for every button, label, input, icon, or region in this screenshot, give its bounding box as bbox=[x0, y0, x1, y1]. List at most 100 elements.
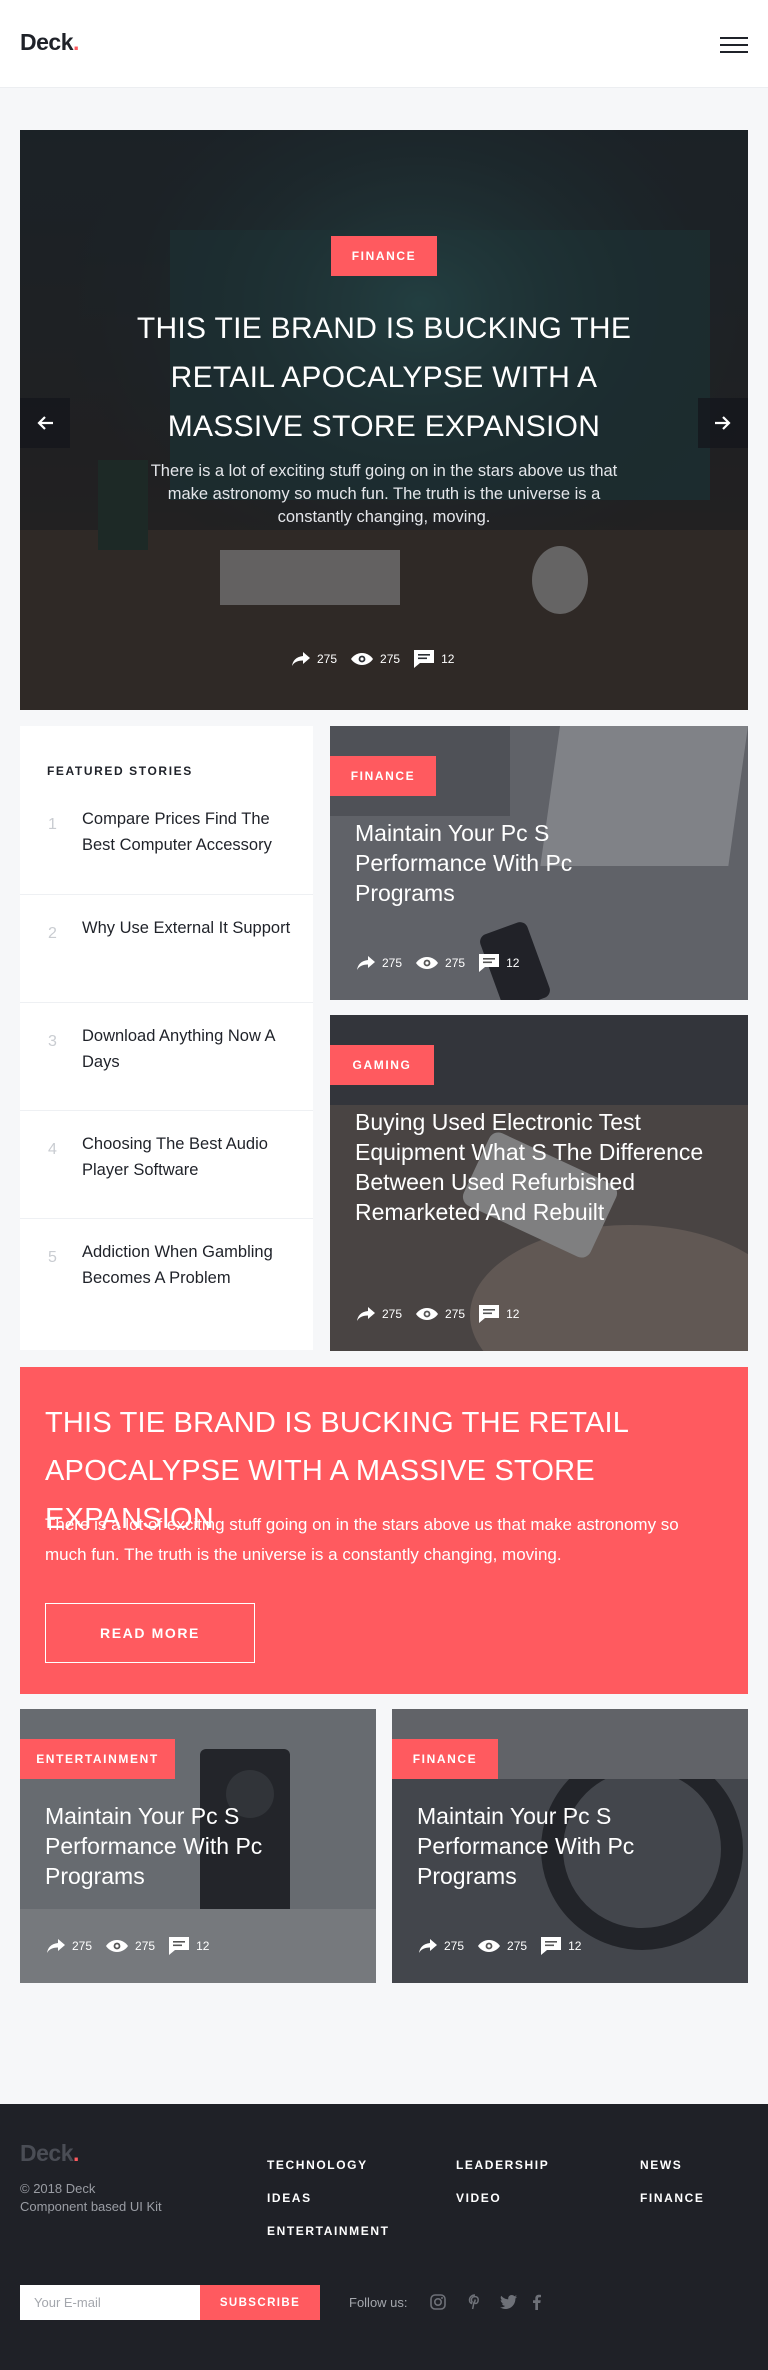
promo-text: There is a lot of exciting stuff going o… bbox=[45, 1515, 679, 1564]
featured-item[interactable]: 2 Why Use External It Support bbox=[20, 894, 313, 1002]
comment-icon bbox=[479, 954, 500, 972]
share-count: 275 bbox=[444, 1939, 465, 1953]
card-title[interactable]: Maintain Your Pc S Performance With Pc P… bbox=[355, 818, 655, 908]
follow-label: Follow us: bbox=[349, 2295, 408, 2310]
card-title[interactable]: Maintain Your Pc S Performance With Pc P… bbox=[45, 1801, 345, 1891]
footer-link-leadership[interactable]: Leadership bbox=[456, 2158, 549, 2172]
share-stat[interactable]: 275 bbox=[47, 1939, 92, 1953]
featured-heading: Featured Stories bbox=[47, 764, 193, 778]
eye-icon bbox=[106, 1940, 129, 1952]
comment-stat[interactable]: 12 bbox=[479, 1305, 519, 1323]
comment-count: 12 bbox=[441, 652, 455, 666]
featured-item[interactable]: 5 Addiction When Gambling Becomes A Prob… bbox=[20, 1218, 313, 1350]
featured-item-number: 2 bbox=[48, 925, 57, 942]
footer-link-news[interactable]: News bbox=[640, 2158, 682, 2172]
hero-stats: 275 275 12 bbox=[292, 650, 468, 668]
footer-link-ideas[interactable]: Ideas bbox=[267, 2191, 312, 2205]
card-category-badge[interactable]: Finance bbox=[392, 1739, 498, 1779]
facebook-icon[interactable] bbox=[527, 2293, 545, 2311]
share-stat[interactable]: 275 bbox=[419, 1939, 464, 1953]
footer-tagline: Component based UI Kit bbox=[20, 2199, 162, 2214]
eye-icon bbox=[351, 653, 374, 665]
card-category-badge[interactable]: Finance bbox=[330, 756, 436, 796]
card-category-badge[interactable]: Entertainment bbox=[20, 1739, 175, 1779]
featured-item[interactable]: 1 Compare Prices Find The Best Computer … bbox=[20, 788, 313, 898]
card-title[interactable]: Maintain Your Pc S Performance With Pc P… bbox=[417, 1801, 717, 1891]
featured-item-number: 4 bbox=[48, 1141, 57, 1158]
comment-stat[interactable]: 12 bbox=[479, 954, 519, 972]
site-header: Deck. bbox=[0, 0, 768, 88]
card-title[interactable]: Buying Used Electronic Test Equipment Wh… bbox=[355, 1107, 725, 1227]
next-slide-button[interactable] bbox=[698, 398, 748, 448]
article-card[interactable]: Finance Maintain Your Pc S Performance W… bbox=[330, 726, 748, 1000]
hero-excerpt: There is a lot of exciting stuff going o… bbox=[150, 462, 618, 526]
twitter-icon[interactable] bbox=[499, 2293, 517, 2311]
logo[interactable]: Deck. bbox=[20, 29, 79, 56]
comment-stat[interactable]: 12 bbox=[414, 650, 454, 668]
view-count: 275 bbox=[507, 1939, 528, 1953]
view-count: 275 bbox=[135, 1939, 156, 1953]
promo-banner: This Tie Brand Is Bucking The Retail Apo… bbox=[20, 1367, 748, 1694]
logo-dot: . bbox=[72, 29, 79, 55]
featured-item[interactable]: 4 Choosing The Best Audio Player Softwar… bbox=[20, 1110, 313, 1218]
comment-count: 12 bbox=[196, 1939, 210, 1953]
comment-stat[interactable]: 12 bbox=[541, 1937, 581, 1955]
footer-link-technology[interactable]: Technology bbox=[267, 2158, 368, 2172]
view-stat: 275 bbox=[478, 1939, 527, 1953]
view-stat: 275 bbox=[351, 652, 400, 666]
featured-item-title[interactable]: Why Use External It Support bbox=[82, 915, 297, 941]
featured-item-number: 3 bbox=[48, 1033, 57, 1050]
featured-item-title[interactable]: Choosing The Best Audio Player Software bbox=[82, 1131, 297, 1183]
comment-count: 12 bbox=[506, 1307, 520, 1321]
card-category-badge[interactable]: Gaming bbox=[330, 1045, 434, 1085]
share-icon bbox=[292, 652, 310, 666]
article-card[interactable]: Entertainment Maintain Your Pc S Perform… bbox=[20, 1709, 376, 1983]
comment-icon bbox=[169, 1937, 190, 1955]
featured-item-title[interactable]: Addiction When Gambling Becomes A Proble… bbox=[82, 1239, 297, 1291]
featured-item-title[interactable]: Download Anything Now A Days bbox=[82, 1023, 297, 1075]
featured-item-number: 1 bbox=[48, 816, 57, 833]
share-stat[interactable]: 275 bbox=[357, 956, 402, 970]
footer-link-video[interactable]: Video bbox=[456, 2191, 501, 2205]
share-icon bbox=[357, 956, 375, 970]
footer-copyright: © 2018 Deck bbox=[20, 2181, 96, 2196]
site-footer: Deck. © 2018 Deck Component based UI Kit… bbox=[0, 2104, 768, 2370]
view-count: 275 bbox=[380, 652, 401, 666]
card-stats: 275 275 12 bbox=[357, 954, 533, 972]
hero-slider[interactable]: Finance This Tie Brand Is Bucking The Re… bbox=[20, 130, 748, 710]
subscribe-button[interactable]: Subscribe bbox=[200, 2285, 320, 2320]
card-stats: 275 275 12 bbox=[47, 1937, 223, 1955]
comment-stat[interactable]: 12 bbox=[169, 1937, 209, 1955]
hamburger-menu-icon[interactable] bbox=[720, 35, 748, 55]
article-card[interactable]: Finance Maintain Your Pc S Performance W… bbox=[392, 1709, 748, 1983]
comment-count: 12 bbox=[506, 956, 520, 970]
share-icon bbox=[47, 1939, 65, 1953]
footer-logo[interactable]: Deck. bbox=[20, 2140, 79, 2167]
view-stat: 275 bbox=[106, 1939, 155, 1953]
email-input[interactable] bbox=[20, 2285, 200, 2320]
comment-icon bbox=[541, 1937, 562, 1955]
eye-icon bbox=[416, 957, 439, 969]
footer-logo-text: Deck bbox=[20, 2140, 73, 2166]
footer-link-entertainment[interactable]: Entertainment bbox=[267, 2224, 390, 2238]
hero-category-badge[interactable]: Finance bbox=[331, 236, 437, 276]
card-stats: 275 275 12 bbox=[357, 1305, 533, 1323]
share-count: 275 bbox=[382, 956, 403, 970]
eye-icon bbox=[478, 1940, 501, 1952]
view-stat: 275 bbox=[416, 1307, 465, 1321]
comment-icon bbox=[414, 650, 435, 668]
arrow-right-icon bbox=[715, 416, 731, 430]
article-card[interactable]: Gaming Buying Used Electronic Test Equip… bbox=[330, 1015, 748, 1351]
card-stats: 275 275 12 bbox=[419, 1937, 595, 1955]
hero-title[interactable]: This Tie Brand Is Bucking The Retail Apo… bbox=[120, 304, 648, 451]
read-more-button[interactable]: Read More bbox=[45, 1603, 255, 1663]
share-stat[interactable]: 275 bbox=[357, 1307, 402, 1321]
footer-link-finance[interactable]: Finance bbox=[640, 2191, 705, 2205]
pinterest-icon[interactable] bbox=[466, 2293, 484, 2311]
instagram-icon[interactable] bbox=[429, 2293, 447, 2311]
featured-item[interactable]: 3 Download Anything Now A Days bbox=[20, 1002, 313, 1110]
prev-slide-button[interactable] bbox=[20, 398, 70, 448]
featured-item-title[interactable]: Compare Prices Find The Best Computer Ac… bbox=[82, 806, 297, 858]
comment-count: 12 bbox=[568, 1939, 582, 1953]
share-stat[interactable]: 275 bbox=[292, 652, 337, 666]
